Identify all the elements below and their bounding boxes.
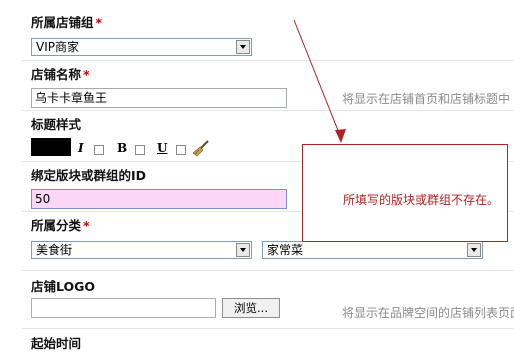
arrow-annotation-icon [293,19,346,143]
